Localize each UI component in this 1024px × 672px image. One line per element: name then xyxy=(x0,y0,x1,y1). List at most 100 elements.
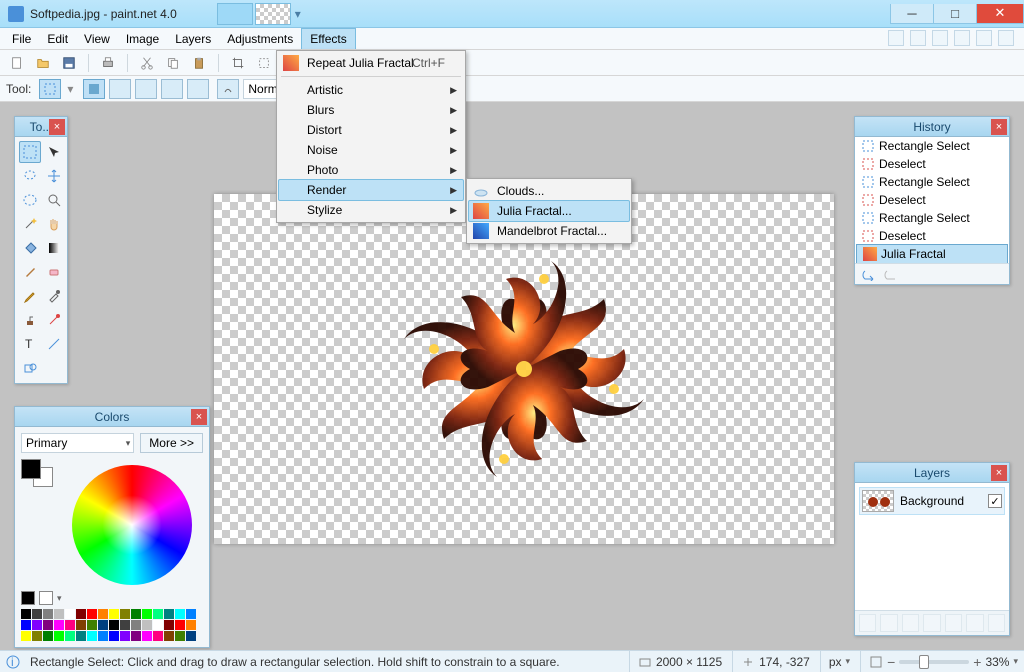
palette-swatch[interactable] xyxy=(109,609,119,619)
palette-swatch[interactable] xyxy=(43,631,53,641)
palette-swatch[interactable] xyxy=(32,609,42,619)
close-icon[interactable]: × xyxy=(49,119,65,135)
save-button[interactable] xyxy=(58,52,80,74)
history-panel-title[interactable]: History × xyxy=(855,117,1009,137)
palette-swatch[interactable] xyxy=(54,631,64,641)
selection-add-mode[interactable] xyxy=(109,79,131,99)
lasso-select-tool[interactable] xyxy=(19,165,41,187)
move-pixels-tool[interactable] xyxy=(43,165,65,187)
pencil-tool[interactable] xyxy=(19,285,41,307)
menu-photo[interactable]: Photo▶ xyxy=(279,160,463,180)
copy-button[interactable] xyxy=(162,52,184,74)
selection-intersect-mode[interactable] xyxy=(161,79,183,99)
color-picker-tool[interactable] xyxy=(43,285,65,307)
crop-button[interactable] xyxy=(227,52,249,74)
palette-swatch[interactable] xyxy=(142,631,152,641)
palette-swatch[interactable] xyxy=(164,620,174,630)
color-slot-dropdown[interactable]: Primary xyxy=(21,433,134,453)
selection-replace-mode[interactable] xyxy=(83,79,105,99)
new-button[interactable] xyxy=(6,52,28,74)
palette-swatch[interactable] xyxy=(65,620,75,630)
palette-swatch[interactable] xyxy=(21,620,31,630)
palette-swatch[interactable] xyxy=(131,631,141,641)
add-layer-button[interactable] xyxy=(859,614,876,632)
close-icon[interactable]: × xyxy=(991,119,1007,135)
palette-swatch[interactable] xyxy=(120,609,130,619)
zoom-in-icon[interactable]: + xyxy=(973,654,981,670)
menu-layers[interactable]: Layers xyxy=(167,28,219,49)
palette-swatch[interactable] xyxy=(54,620,64,630)
tab-overflow-icon[interactable]: ▾ xyxy=(295,7,301,21)
palette-swatch[interactable] xyxy=(153,609,163,619)
move-layer-up-button[interactable] xyxy=(945,614,962,632)
open-button[interactable] xyxy=(32,52,54,74)
palette-swatch[interactable] xyxy=(87,609,97,619)
palette-swatch[interactable] xyxy=(175,631,185,641)
menu-blurs[interactable]: Blurs▶ xyxy=(279,100,463,120)
palette-swatch[interactable] xyxy=(76,631,86,641)
chevron-down-icon[interactable]: ▾ xyxy=(57,593,62,604)
palette-swatch[interactable] xyxy=(87,620,97,630)
palette-swatch[interactable] xyxy=(153,631,163,641)
palette-swatch[interactable] xyxy=(21,609,31,619)
layers-toggle-icon[interactable] xyxy=(932,30,948,46)
menu-noise[interactable]: Noise▶ xyxy=(279,140,463,160)
tool-select-dropdown[interactable] xyxy=(39,79,61,99)
palette-swatch[interactable] xyxy=(131,609,141,619)
layer-properties-button[interactable] xyxy=(988,614,1005,632)
image-tab[interactable] xyxy=(255,3,291,25)
palette-swatch[interactable] xyxy=(186,609,196,619)
layers-panel-title[interactable]: Layers × xyxy=(855,463,1009,483)
history-toggle-icon[interactable] xyxy=(910,30,926,46)
image-tab-active[interactable] xyxy=(217,3,253,25)
layer-visible-checkbox[interactable]: ✓ xyxy=(988,494,1002,508)
zoom-out-icon[interactable]: − xyxy=(887,654,895,670)
ellipse-select-tool[interactable] xyxy=(19,189,41,211)
palette-swatch[interactable] xyxy=(175,620,185,630)
palette-swatch[interactable] xyxy=(76,609,86,619)
palette-swatch[interactable] xyxy=(131,620,141,630)
shapes-tool[interactable] xyxy=(19,357,41,379)
palette-swatch[interactable] xyxy=(142,620,152,630)
move-selection-tool[interactable] xyxy=(43,141,65,163)
selection-subtract-mode[interactable] xyxy=(135,79,157,99)
palette-swatch[interactable] xyxy=(153,620,163,630)
menu-distort[interactable]: Distort▶ xyxy=(279,120,463,140)
palette-swatch[interactable] xyxy=(186,620,196,630)
palette-swatch-white[interactable] xyxy=(39,591,53,605)
unit-section[interactable]: px ▾ xyxy=(820,651,850,672)
redo-icon[interactable] xyxy=(883,267,899,281)
history-item[interactable]: Deselect xyxy=(855,155,1009,173)
move-layer-down-button[interactable] xyxy=(966,614,983,632)
colors-panel-title[interactable]: Colors × xyxy=(15,407,209,427)
palette-swatch[interactable] xyxy=(98,620,108,630)
paste-button[interactable] xyxy=(188,52,210,74)
palette-swatch[interactable] xyxy=(120,631,130,641)
close-icon[interactable]: × xyxy=(991,465,1007,481)
menu-effects[interactable]: Effects xyxy=(301,28,355,49)
eraser-tool[interactable] xyxy=(43,261,65,283)
flood-mode[interactable] xyxy=(217,79,239,99)
tools-toggle-icon[interactable] xyxy=(888,30,904,46)
palette-swatch[interactable] xyxy=(175,609,185,619)
paintbrush-tool[interactable] xyxy=(19,261,41,283)
palette-swatch[interactable] xyxy=(142,609,152,619)
menu-clouds[interactable]: Clouds... xyxy=(469,181,629,201)
palette-swatch[interactable] xyxy=(164,631,174,641)
history-item[interactable]: Rectangle Select xyxy=(855,173,1009,191)
menu-file[interactable]: File xyxy=(4,28,39,49)
maximize-button[interactable]: □ xyxy=(933,4,977,24)
history-item[interactable]: Rectangle Select xyxy=(855,209,1009,227)
palette-swatch-black[interactable] xyxy=(21,591,35,605)
chevron-down-icon[interactable]: ▾ xyxy=(67,82,73,96)
recolor-tool[interactable] xyxy=(43,309,65,331)
cut-button[interactable] xyxy=(136,52,158,74)
menu-mandelbrot-fractal[interactable]: Mandelbrot Fractal... xyxy=(469,221,629,241)
palette-swatch[interactable] xyxy=(65,609,75,619)
colors-toggle-icon[interactable] xyxy=(954,30,970,46)
text-tool[interactable]: T xyxy=(19,333,41,355)
pan-tool[interactable] xyxy=(43,213,65,235)
menu-view[interactable]: View xyxy=(76,28,118,49)
duplicate-layer-button[interactable] xyxy=(902,614,919,632)
fit-icon[interactable] xyxy=(869,655,883,669)
